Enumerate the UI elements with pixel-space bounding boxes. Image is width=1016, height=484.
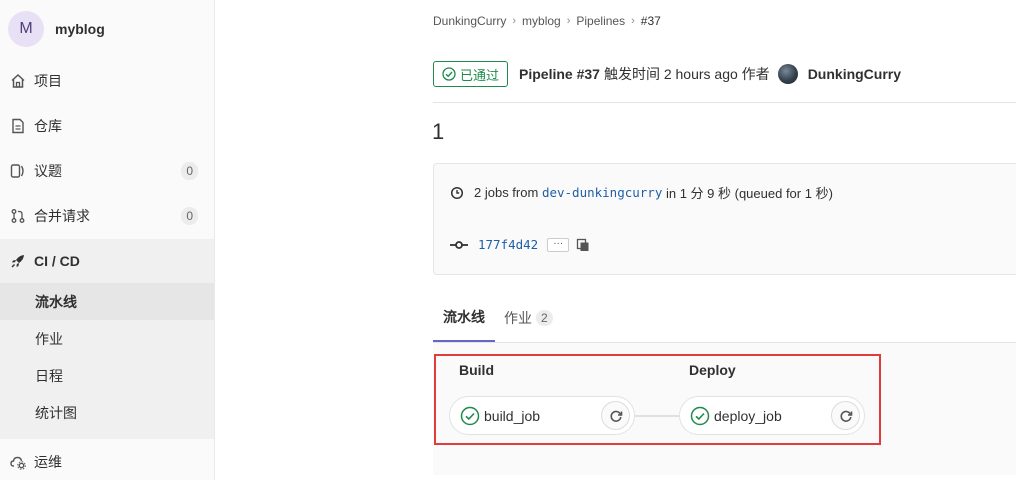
tab-pipeline[interactable]: 流水线 bbox=[433, 293, 495, 342]
breadcrumb-user[interactable]: DunkingCurry bbox=[433, 14, 506, 28]
cloud-gear-icon bbox=[10, 454, 26, 470]
sidebar-item-project[interactable]: 项目 bbox=[0, 58, 214, 103]
merge-requests-count-badge: 0 bbox=[181, 206, 198, 225]
jobs-summary: 2 jobs from dev-dunkingcurry in 1 分 9 秒 … bbox=[450, 183, 833, 202]
stage-title-build: Build bbox=[459, 362, 494, 378]
commit-row: 177f4d42 ··· bbox=[450, 237, 590, 252]
tab-label: 流水线 bbox=[443, 308, 485, 325]
commit-title: 1 bbox=[432, 119, 445, 144]
sidebar-subitem-charts[interactable]: 统计图 bbox=[0, 394, 214, 431]
jobs-summary-post: in 1 分 9 秒 (queued for 1 秒) bbox=[665, 186, 833, 201]
retry-button[interactable] bbox=[601, 401, 630, 430]
chevron-right-icon: › bbox=[512, 15, 517, 27]
sidebar-item-repository[interactable]: 仓库 bbox=[0, 103, 214, 148]
sidebar: M myblog 项目 仓库 议题 0 合并请求 0 CI / CD 流水线 作… bbox=[0, 0, 215, 480]
issues-icon bbox=[10, 163, 26, 179]
breadcrumb-project[interactable]: myblog bbox=[522, 14, 561, 28]
breadcrumb: DunkingCurry › myblog › Pipelines › #37 bbox=[433, 14, 661, 28]
sidebar-subitem-schedules[interactable]: 日程 bbox=[0, 357, 214, 394]
branch-link[interactable]: dev-dunkingcurry bbox=[542, 185, 662, 200]
sidebar-item-label: CI / CD bbox=[34, 252, 80, 269]
sidebar-item-label: 仓库 bbox=[34, 117, 62, 134]
sidebar-subitem-jobs[interactable]: 作业 bbox=[0, 320, 214, 357]
copy-icon[interactable] bbox=[576, 238, 590, 252]
job-deploy[interactable]: deploy_job bbox=[679, 396, 865, 435]
commit-icon bbox=[450, 240, 468, 249]
check-circle-icon bbox=[690, 406, 710, 425]
user-avatar[interactable] bbox=[777, 64, 798, 84]
tab-jobs[interactable]: 作业 2 bbox=[504, 293, 553, 342]
sidebar-item-merge-requests[interactable]: 合并请求 0 bbox=[0, 193, 214, 238]
merge-request-icon bbox=[10, 208, 26, 224]
commit-sha-link[interactable]: 177f4d42 bbox=[478, 237, 538, 252]
header-divider bbox=[433, 102, 1016, 103]
pipeline-tabs: 流水线 作业 2 bbox=[433, 293, 1016, 343]
sidebar-item-label: 议题 bbox=[34, 162, 62, 179]
sidebar-item-label: 项目 bbox=[34, 72, 62, 89]
project-header[interactable]: M myblog bbox=[8, 10, 105, 48]
pipeline-header: 已通过 Pipeline #37 触发时间 2 hours ago 作者 Dun… bbox=[433, 61, 901, 87]
check-circle-icon bbox=[442, 67, 456, 81]
pipeline-title: Pipeline #37 bbox=[519, 66, 600, 82]
job-name: build_job bbox=[484, 407, 541, 424]
breadcrumb-pipelines[interactable]: Pipelines bbox=[576, 14, 625, 28]
sidebar-item-issues[interactable]: 议题 0 bbox=[0, 148, 214, 193]
user-link[interactable]: DunkingCurry bbox=[808, 66, 901, 82]
file-icon bbox=[10, 118, 26, 134]
rocket-icon bbox=[10, 253, 26, 269]
pipeline-info-box: 2 jobs from dev-dunkingcurry in 1 分 9 秒 … bbox=[433, 163, 1016, 275]
check-circle-icon bbox=[460, 406, 480, 425]
triggered-text: 触发时间 2 hours ago 作者 bbox=[603, 66, 770, 82]
sidebar-item-label: 合并请求 bbox=[34, 207, 90, 224]
status-text: 已通过 bbox=[460, 67, 500, 83]
sidebar-item-cicd[interactable]: CI / CD bbox=[0, 238, 214, 283]
home-icon bbox=[10, 73, 26, 89]
project-name: myblog bbox=[55, 21, 105, 37]
project-avatar: M bbox=[8, 11, 44, 47]
chevron-right-icon: › bbox=[566, 15, 571, 27]
sidebar-item-label: 运维 bbox=[34, 453, 62, 470]
sidebar-subitem-pipelines[interactable]: 流水线 bbox=[0, 283, 214, 320]
jobs-summary-pre: 2 jobs from bbox=[474, 185, 539, 200]
chevron-right-icon: › bbox=[631, 15, 635, 27]
retry-icon bbox=[839, 410, 852, 422]
clock-icon bbox=[450, 186, 464, 199]
status-badge[interactable]: 已通过 bbox=[433, 61, 509, 87]
breadcrumb-current[interactable]: #37 bbox=[641, 14, 661, 28]
sidebar-item-operations[interactable]: 运维 bbox=[0, 439, 214, 484]
retry-button[interactable] bbox=[831, 401, 860, 430]
stage-connector bbox=[634, 415, 680, 417]
retry-icon bbox=[609, 410, 622, 422]
job-build[interactable]: build_job bbox=[449, 396, 635, 435]
expand-commit-message-button[interactable]: ··· bbox=[547, 237, 570, 252]
jobs-count-badge: 2 bbox=[536, 309, 553, 326]
tab-label: 作业 bbox=[504, 309, 532, 326]
job-name: deploy_job bbox=[714, 407, 782, 424]
stage-title-deploy: Deploy bbox=[689, 362, 736, 378]
issues-count-badge: 0 bbox=[181, 161, 198, 180]
